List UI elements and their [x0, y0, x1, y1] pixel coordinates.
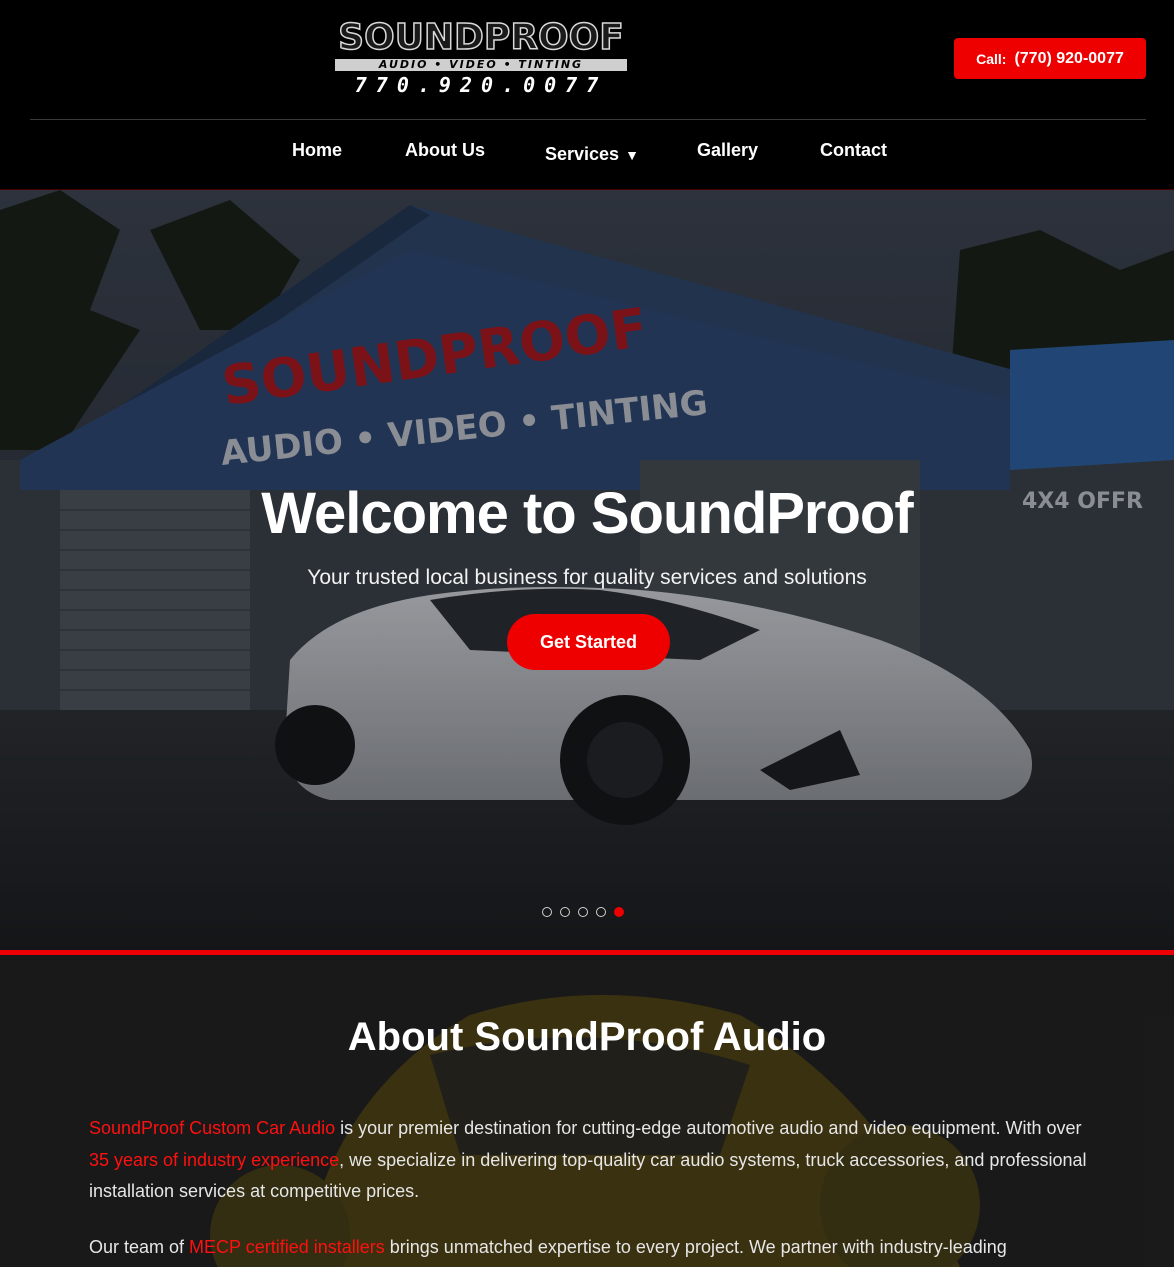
about-paragraph-1: SoundProof Custom Car Audio is your prem… [89, 1113, 1089, 1208]
logo-tagline: AUDIO • VIDEO • TINTING [335, 59, 627, 71]
about-section: About SoundProof Audio SoundProof Custom… [0, 955, 1174, 1267]
get-started-button[interactable]: Get Started [507, 614, 670, 670]
highlight-experience: 35 years of industry experience [89, 1149, 340, 1170]
about-title: About SoundProof Audio [347, 1015, 827, 1059]
nav-about-us[interactable]: About Us [405, 140, 485, 161]
highlight-company-name: SoundProof Custom Car Audio [89, 1118, 336, 1138]
about-paragraph-2: Our team of MECP certified installers br… [89, 1232, 1089, 1264]
nav-services-label: Services [545, 144, 620, 164]
hero-title: Welcome to SoundProof [261, 481, 913, 546]
nav-home[interactable]: Home [292, 140, 342, 161]
call-button[interactable]: Call: (770) 920-0077 [954, 38, 1146, 79]
nav-services[interactable]: Services ▼ [545, 144, 639, 165]
slide-dot-1[interactable] [542, 907, 552, 917]
about-p2-text-1: Our team of [89, 1236, 190, 1257]
slide-dot-4[interactable] [596, 907, 606, 917]
main-nav: Home About Us Services ▼ Gallery Contact [0, 130, 1174, 180]
slider-dots [542, 907, 624, 917]
call-number: (770) 920-0077 [1014, 49, 1124, 67]
hero-subtitle: Your trusted local business for quality … [307, 566, 867, 589]
highlight-mecp-installers: MECP certified installers [189, 1236, 385, 1257]
nav-contact[interactable]: Contact [820, 140, 887, 161]
slide-dot-3[interactable] [578, 907, 588, 917]
slide-dot-2[interactable] [560, 907, 570, 917]
call-label: Call: [976, 50, 1007, 67]
about-body: SoundProof Custom Car Audio is your prem… [89, 1113, 1089, 1267]
nav-gallery[interactable]: Gallery [697, 140, 758, 161]
about-p1-text-1: is your premier destination for cutting-… [335, 1118, 1082, 1138]
logo-wordmark: SOUNDPROOF [337, 17, 624, 59]
header-divider [30, 119, 1146, 120]
logo-phone: 770.920.0077 [354, 73, 608, 97]
hero-slider: SOUNDPROOF AUDIO • VIDEO • TINTING 4X4 O… [0, 189, 1174, 951]
caret-down-icon: ▼ [625, 147, 639, 163]
site-header: SOUNDPROOF AUDIO • VIDEO • TINTING 770.9… [0, 0, 1174, 189]
about-p2-text-2: brings unmatched expertise to every proj… [384, 1236, 1007, 1257]
soundproof-logo[interactable]: SOUNDPROOF AUDIO • VIDEO • TINTING 770.9… [333, 17, 629, 98]
slide-dot-5[interactable] [614, 907, 624, 917]
